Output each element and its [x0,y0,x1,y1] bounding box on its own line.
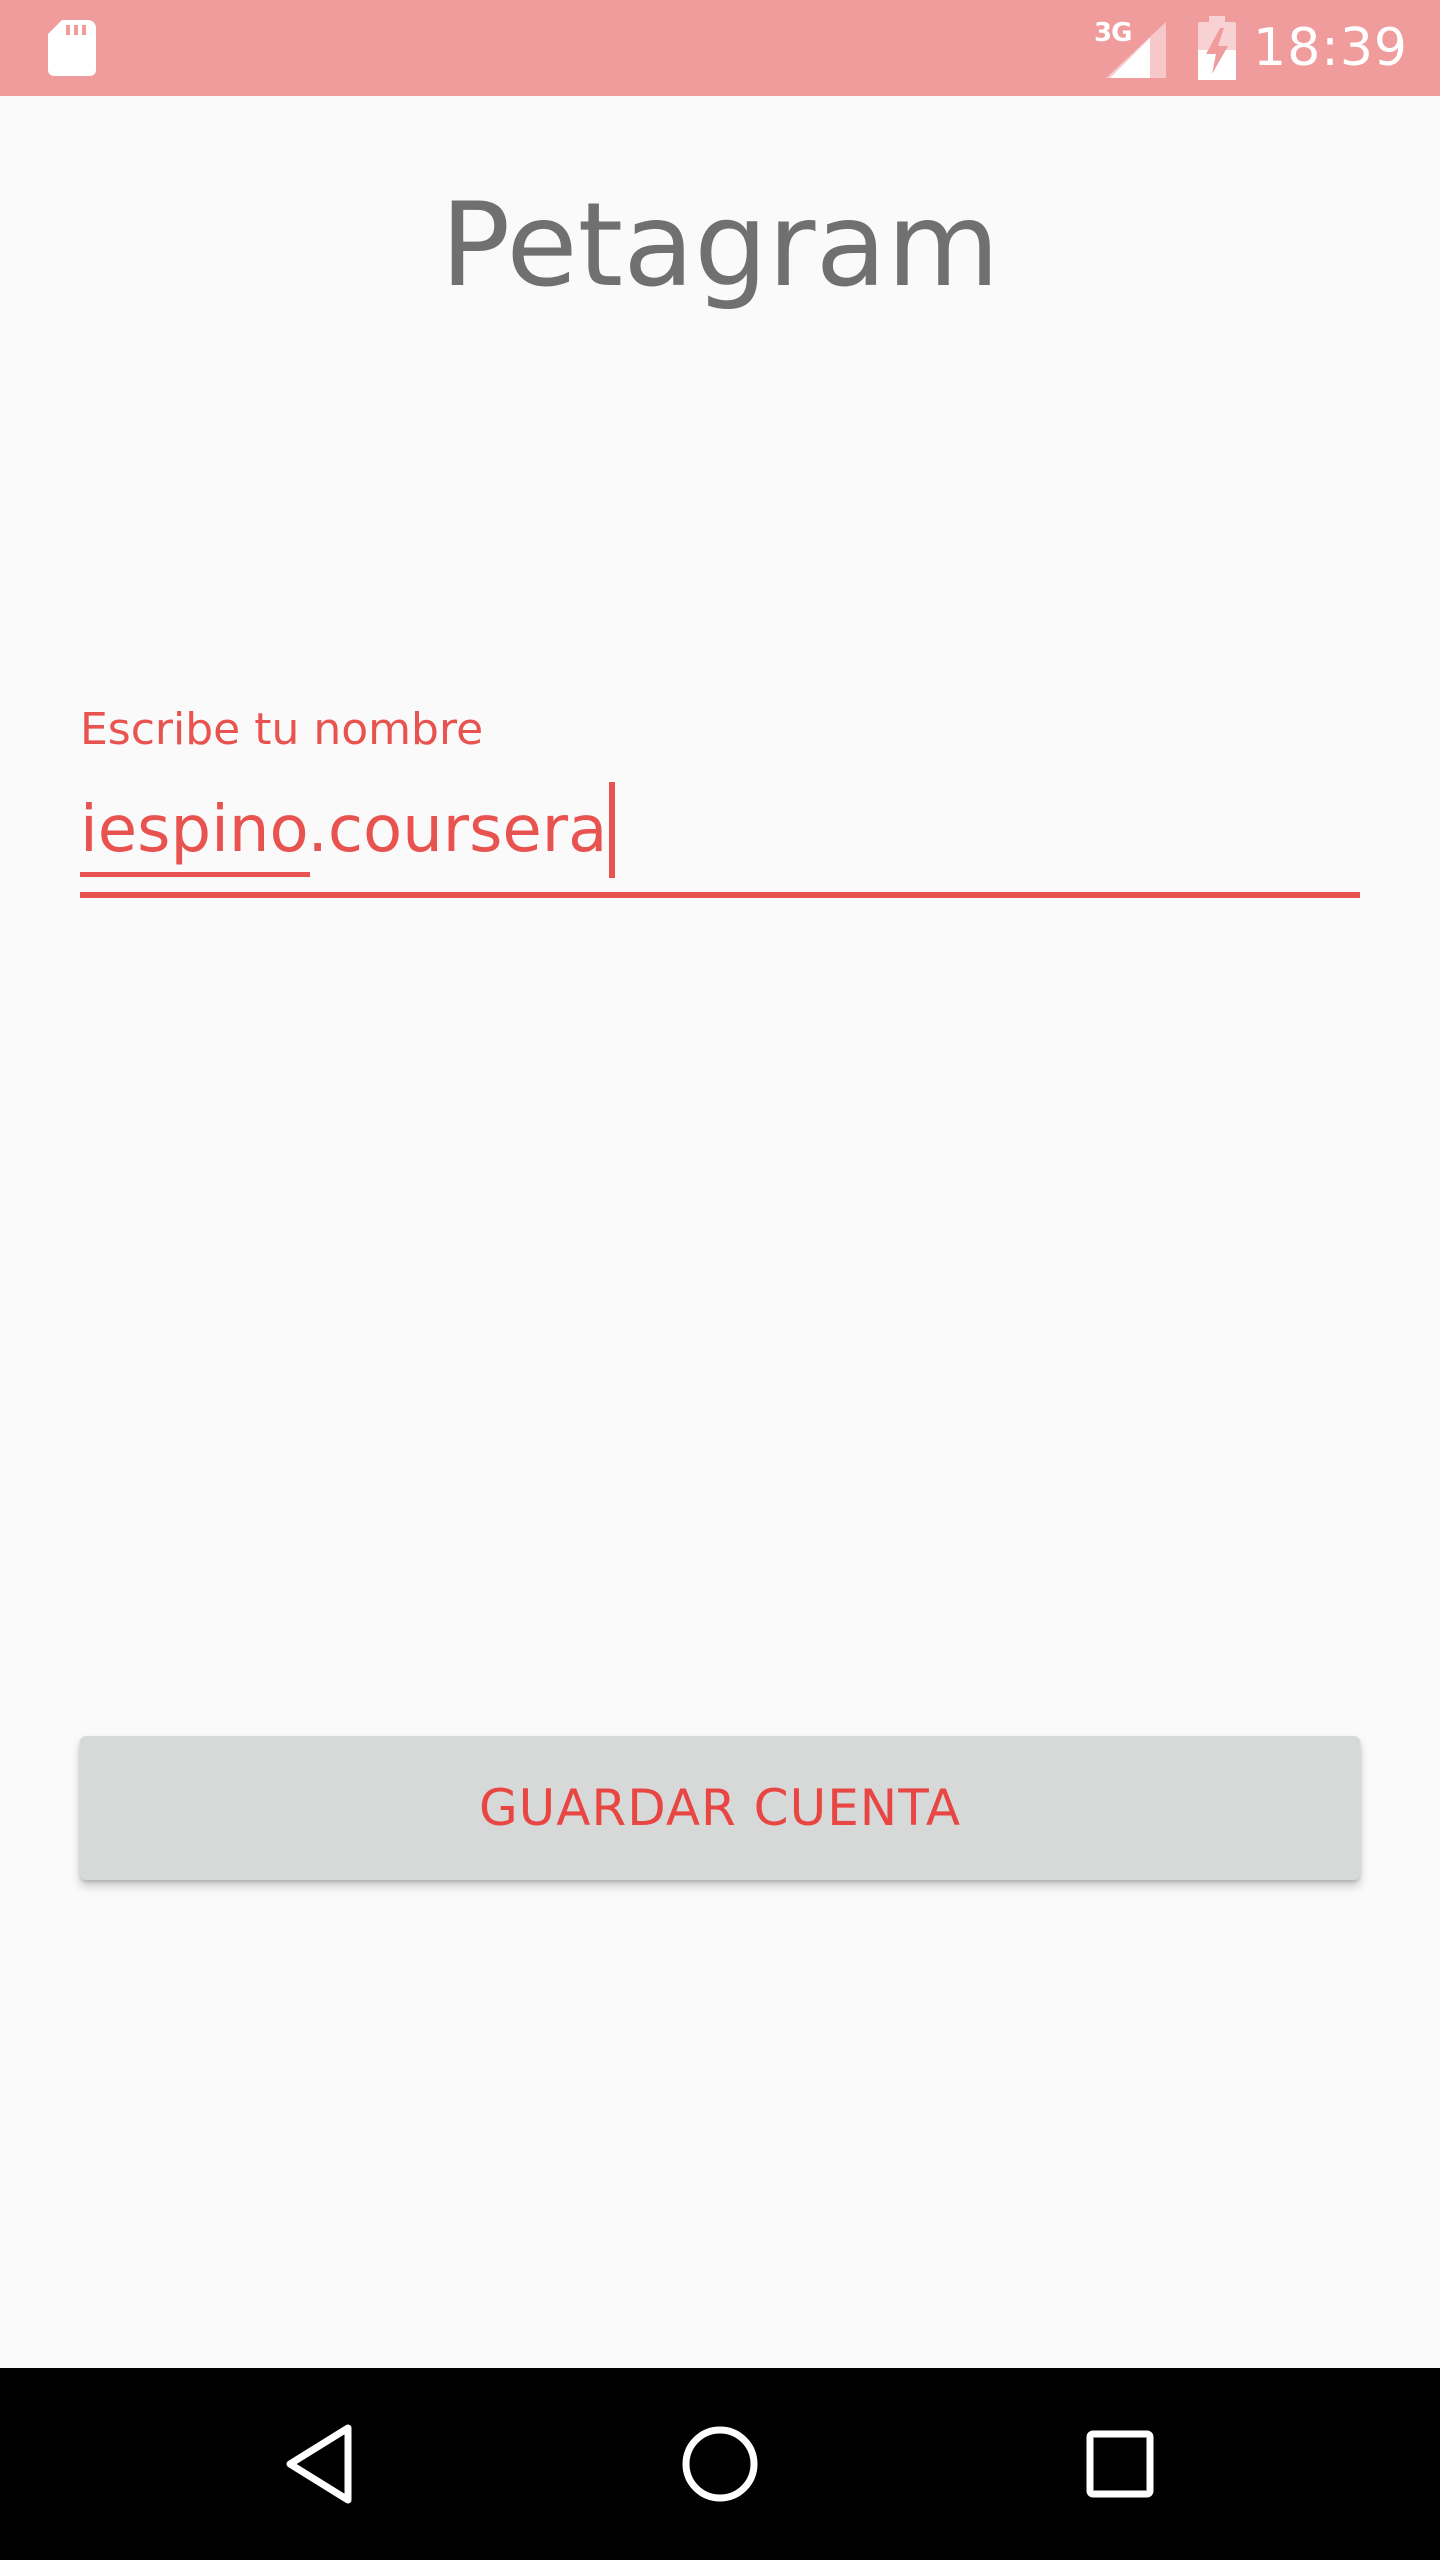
screen: 3G 18:39 Petagram Escribe tu nombre iesp… [0,0,1440,2560]
home-icon [682,2426,758,2502]
name-field[interactable]: iespino.coursera [80,780,1360,900]
recents-button[interactable] [1064,2408,1176,2520]
save-account-button[interactable]: GUARDAR CUENTA [80,1736,1360,1880]
signal-indicator: 3G [1094,18,1166,78]
status-bar: 3G 18:39 [0,0,1440,96]
spellcheck-underline [80,872,310,877]
home-button[interactable] [664,2408,776,2520]
recents-icon [1086,2430,1154,2498]
text-cursor [609,782,616,878]
back-icon [286,2424,352,2504]
sd-card-icon [48,20,96,76]
clock: 18:39 [1253,18,1408,78]
navigation-bar [0,2368,1440,2560]
name-input[interactable]: iespino.coursera [80,780,1360,880]
network-type-label: 3G [1094,18,1132,48]
battery-charging-icon [1198,16,1236,80]
app-title: Petagram [440,178,1000,313]
name-input-value: iespino.coursera [80,793,608,867]
back-button[interactable] [264,2408,376,2520]
name-field-label: Escribe tu nombre [80,704,484,755]
name-field-underline [80,892,1360,898]
